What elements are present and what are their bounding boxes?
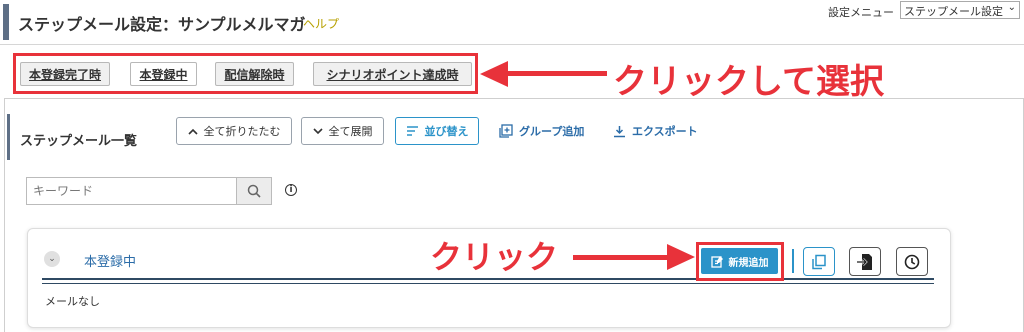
toolbar-divider (792, 249, 794, 273)
group-divider-thin (42, 283, 934, 284)
import-button[interactable] (849, 247, 881, 276)
annotation-arrow-right-shaft (573, 255, 668, 260)
empty-message: メールなし (45, 295, 100, 308)
annotation-arrow-left-head (480, 61, 508, 87)
chevron-down-icon (312, 127, 323, 134)
schedule-button[interactable] (896, 247, 928, 276)
page-title: ステップメール設定：サンプルメルマガ (18, 15, 306, 34)
sort-button[interactable]: 並び替え (395, 117, 479, 145)
collapse-all-button[interactable]: 全て折りたたむ (176, 117, 292, 145)
group-name[interactable]: 本登録中 (84, 251, 136, 270)
copy-icon (812, 254, 826, 269)
group-divider (42, 278, 934, 280)
new-mail-label: 新規追加 (728, 257, 769, 269)
add-group-link[interactable]: グループ追加 (499, 123, 584, 139)
import-icon (857, 253, 872, 270)
search-icon (247, 184, 261, 198)
add-group-label: グループ追加 (519, 125, 585, 138)
add-group-icon (499, 124, 513, 138)
group-collapse-chevron-icon[interactable]: ⌄ (44, 251, 60, 267)
sort-label: 並び替え (424, 125, 469, 138)
annotation-arrow-right-head (667, 244, 695, 270)
chevron-down-icon: ⌄ (1007, 2, 1016, 13)
expand-all-label: 全て展開 (328, 125, 373, 138)
settings-menu-select[interactable]: ステップメール設定 ⌄ (900, 1, 1020, 19)
expand-all-button[interactable]: 全て展開 (301, 117, 384, 145)
settings-menu-value: ステップメール設定 (904, 5, 1003, 18)
panel-accent-bar (7, 114, 10, 160)
chevron-up-icon (187, 128, 198, 135)
download-icon (614, 125, 625, 137)
edit-icon (710, 255, 723, 268)
annotation-tabs-highlight (13, 53, 478, 94)
annotation-tabs-note: クリックして選択 (613, 62, 884, 102)
search-button[interactable] (236, 177, 272, 205)
export-link[interactable]: エクスポート (613, 123, 698, 139)
header-accent-bar (3, 4, 9, 40)
sort-icon (406, 126, 418, 136)
copy-button[interactable] (803, 247, 835, 276)
info-icon[interactable]: i (285, 184, 297, 196)
search-input[interactable] (26, 177, 236, 205)
annotation-arrow-left-shaft (505, 71, 607, 76)
header-divider (0, 44, 1024, 45)
annotation-click-note: クリック (430, 238, 559, 276)
list-title: ステップメール一覧 (20, 134, 138, 149)
new-mail-button[interactable]: 新規追加 (701, 248, 778, 274)
collapse-all-label: 全て折りたたむ (203, 125, 281, 138)
help-link[interactable]: ヘルプ (303, 15, 339, 32)
export-label: エクスポート (632, 125, 698, 138)
clock-icon (904, 254, 920, 269)
settings-menu-label: 設定メニュー (828, 6, 894, 19)
